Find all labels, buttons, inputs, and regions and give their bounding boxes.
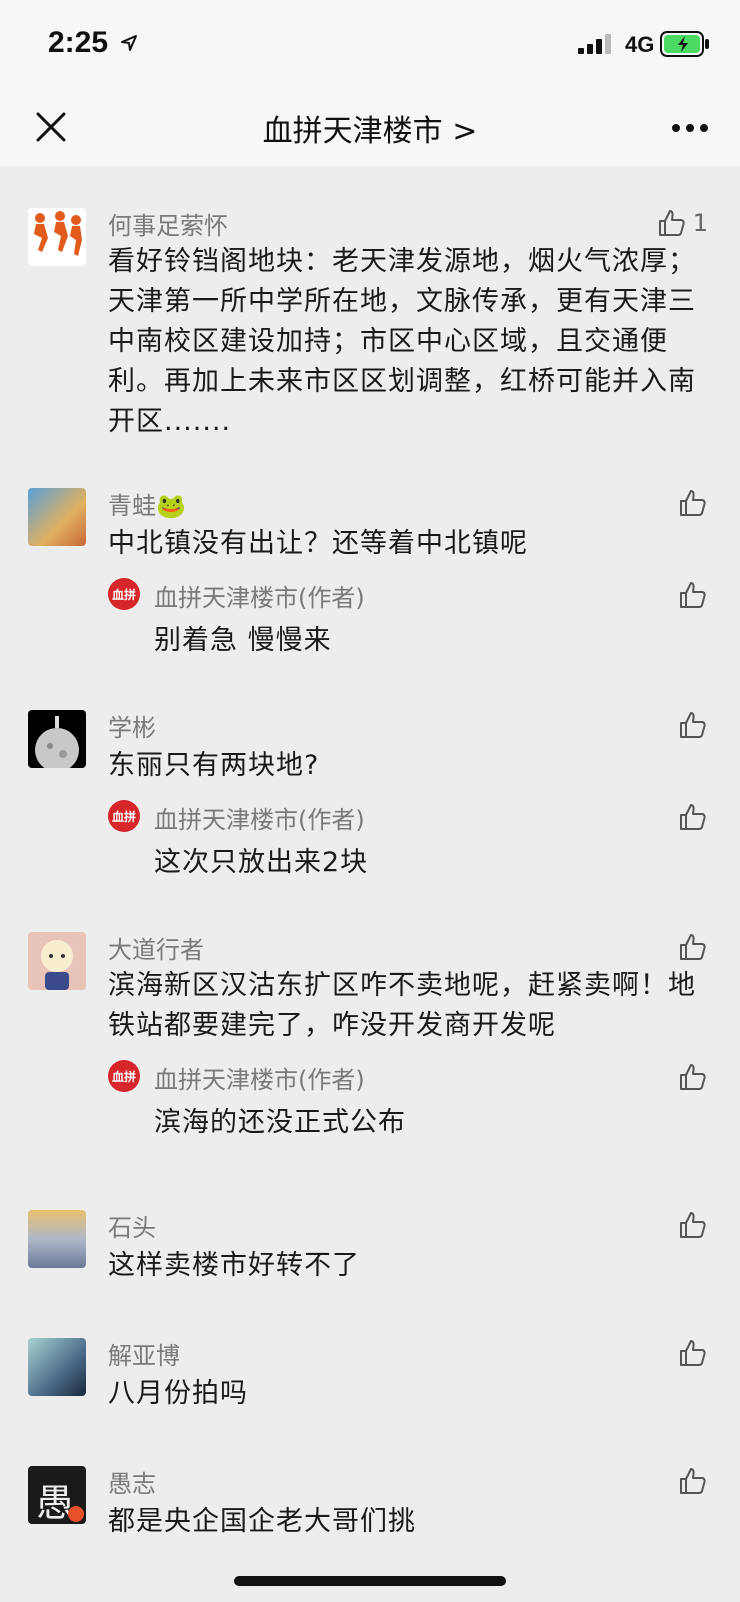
signal-strength-icon	[578, 34, 611, 54]
reply-username[interactable]: 血拼天津楼市(作者)	[154, 578, 365, 613]
comment-username[interactable]: 青蛙🐸	[108, 486, 186, 521]
reply-like-button[interactable]	[648, 1060, 708, 1094]
thumbs-up-icon	[680, 490, 706, 516]
thumbs-up-icon	[658, 210, 685, 236]
thumbs-up-icon	[680, 1468, 706, 1494]
location-arrow-icon	[121, 35, 137, 51]
like-button[interactable]	[648, 1464, 708, 1498]
more-options-icon[interactable]	[670, 122, 710, 134]
comment-text: 八月份拍吗	[108, 1378, 248, 1409]
comment-text: 东丽只有两块地?	[108, 750, 320, 781]
avatar[interactable]	[28, 932, 86, 990]
nav-bar: 血拼天津楼市 >	[0, 90, 740, 166]
home-indicator[interactable]	[234, 1576, 506, 1586]
thumbs-up-icon	[680, 1212, 706, 1238]
comment-text: 这样卖楼市好转不了	[108, 1250, 360, 1281]
avatar[interactable]	[28, 1338, 86, 1396]
reply-username[interactable]: 血拼天津楼市(作者)	[154, 1060, 365, 1095]
comment-list: 何事足萦怀 1 看好铃铛阁地块：老天津发源地，烟火气浓厚；天津第一所中学所在地，…	[0, 166, 740, 1602]
avatar[interactable]	[28, 1210, 86, 1268]
avatar[interactable]: 愚	[28, 1466, 86, 1524]
comment-username[interactable]: 石头	[108, 1208, 156, 1243]
battery-icon	[660, 31, 709, 57]
comment-username[interactable]: 学彬	[108, 708, 156, 743]
avatar[interactable]	[28, 488, 86, 546]
comment-username[interactable]: 解亚博	[108, 1336, 180, 1371]
like-count: 1	[692, 209, 708, 237]
like-button[interactable]	[648, 708, 708, 742]
like-button[interactable]: 1	[648, 206, 708, 240]
comment-text: 都是央企国企老大哥们挑	[108, 1506, 416, 1537]
author-avatar[interactable]: 血拼	[108, 578, 140, 610]
like-button[interactable]	[648, 1336, 708, 1370]
reply-text: 别着急 慢慢来	[154, 625, 332, 656]
avatar[interactable]	[28, 710, 86, 768]
reply-username[interactable]: 血拼天津楼市(作者)	[154, 800, 365, 835]
status-time: 2:25	[48, 26, 109, 59]
like-button[interactable]	[648, 486, 708, 520]
status-bar: 2:25 4G	[0, 0, 740, 90]
like-button[interactable]	[648, 930, 708, 964]
comment-text: 中北镇没有出让？还等着中北镇呢	[108, 528, 528, 559]
notification-dot	[68, 1506, 84, 1522]
comment-username[interactable]: 何事足萦怀	[108, 206, 228, 241]
comment-username[interactable]: 愚志	[108, 1464, 156, 1499]
author-avatar[interactable]: 血拼	[108, 1060, 140, 1092]
page-title[interactable]: 血拼天津楼市 >	[0, 106, 740, 150]
comment-text: 滨海新区汉沽东扩区咋不卖地呢，赶紧卖啊！地铁站都要建完了，咋没开发商开发呢	[108, 970, 696, 1041]
reply-like-button[interactable]	[648, 800, 708, 834]
thumbs-up-icon	[680, 712, 706, 738]
thumbs-up-icon	[680, 1064, 706, 1090]
avatar[interactable]	[28, 208, 86, 266]
thumbs-up-icon	[680, 934, 706, 960]
reply-text: 滨海的还没正式公布	[154, 1107, 406, 1138]
reply-text: 这次只放出来2块	[154, 847, 369, 878]
like-button[interactable]	[648, 1208, 708, 1242]
thumbs-up-icon	[680, 1340, 706, 1366]
thumbs-up-icon	[680, 582, 706, 608]
comment-username[interactable]: 大道行者	[108, 930, 204, 965]
network-type: 4G	[625, 32, 655, 57]
author-avatar[interactable]: 血拼	[108, 800, 140, 832]
reply-like-button[interactable]	[648, 578, 708, 612]
comment-text: 看好铃铛阁地块：老天津发源地，烟火气浓厚；天津第一所中学所在地，文脉传承，更有天…	[108, 246, 696, 437]
thumbs-up-icon	[680, 804, 706, 830]
